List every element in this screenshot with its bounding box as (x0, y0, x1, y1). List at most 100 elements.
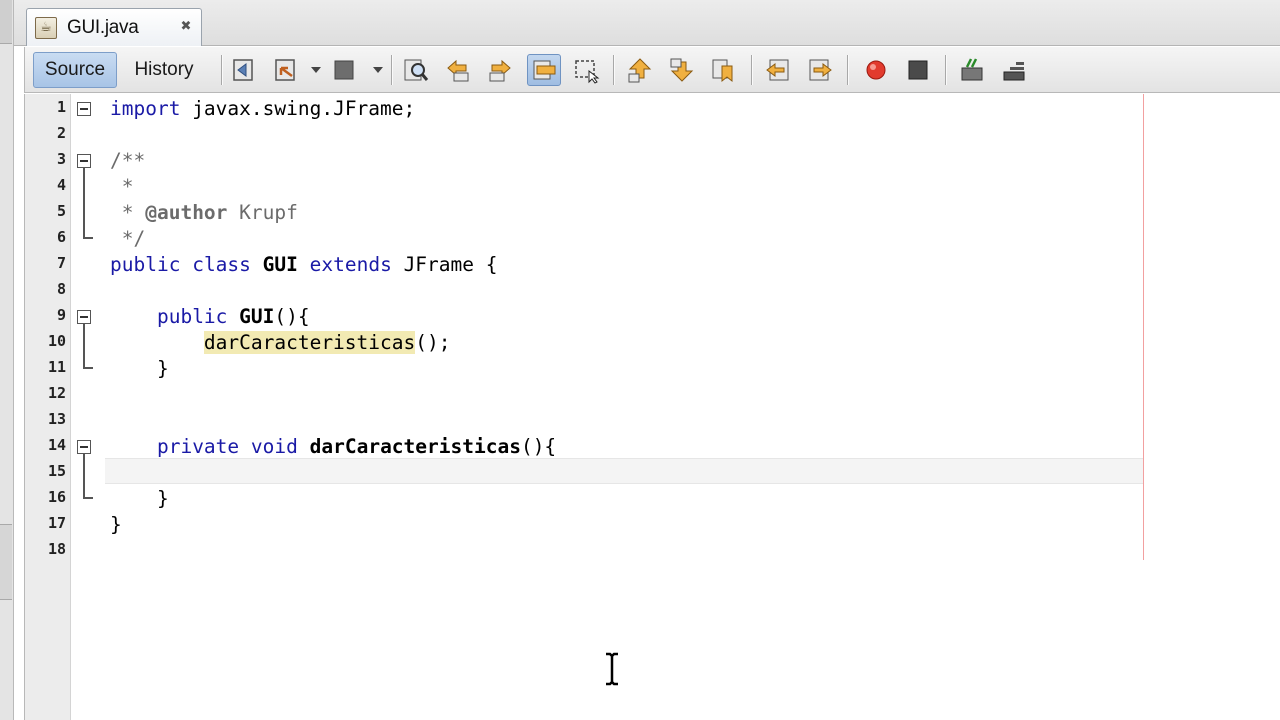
code-editor[interactable]: 1 2 3 4 5 6 7 8 9 10 11 12 13 14 15 16 1… (24, 94, 1280, 720)
back-dropdown-arrow[interactable] (311, 67, 321, 73)
left-panel-tab[interactable] (0, 0, 12, 44)
last-edit-icon (233, 59, 253, 81)
toggle-bookmark-icon (712, 59, 733, 83)
file-tab-gui-java[interactable]: ☕ GUI.java ✖ (26, 8, 202, 46)
shift-line-right-button[interactable] (803, 54, 837, 86)
code-line-16: } (110, 487, 169, 510)
line-number: 17 (47, 514, 66, 532)
line-number: 14 (47, 436, 66, 454)
source-view-button[interactable]: Source (33, 52, 117, 88)
last-edit-button[interactable] (227, 54, 261, 86)
left-panel-tab-lower[interactable] (0, 524, 12, 600)
code-text: (); (415, 331, 451, 354)
find-selection-button[interactable] (399, 54, 433, 86)
toolbar-separator (847, 55, 849, 85)
find-icon (404, 59, 429, 81)
previous-bookmark-button[interactable] (623, 54, 657, 86)
start-macro-icon (866, 60, 886, 80)
line-number: 10 (47, 332, 66, 350)
code-line-9: public GUI(){ (110, 304, 310, 330)
fold-guide (83, 168, 85, 238)
java-file-icon: ☕ (35, 16, 57, 39)
fold-toggle-method[interactable] (77, 440, 91, 454)
code-line-6: */ (110, 227, 146, 250)
fold-toggle-import[interactable] (77, 102, 91, 116)
fold-toggle-javadoc[interactable] (77, 154, 91, 168)
line-number: 16 (47, 488, 66, 506)
keyword: private (156, 435, 240, 458)
forward-dropdown-arrow[interactable] (373, 67, 383, 73)
fold-toggle-constructor[interactable] (77, 310, 91, 324)
toggle-rectangular-selection-button[interactable] (569, 54, 603, 86)
find-next-button[interactable] (483, 54, 517, 86)
left-panel-edge (0, 0, 14, 720)
keyword: public (156, 305, 228, 328)
code-text: (){ (274, 305, 310, 328)
code-line-7: public class GUI extends JFrame { (110, 252, 498, 278)
toggle-bookmark-button[interactable] (707, 54, 741, 86)
fold-guide (83, 454, 85, 498)
line-number: 6 (56, 228, 66, 246)
editor-tab-bar: ☕ GUI.java ✖ (14, 0, 1280, 46)
current-line-highlight (105, 458, 1143, 484)
back-button[interactable] (269, 54, 303, 86)
keyword: extends (309, 253, 392, 276)
javadoc-tag: @author (145, 201, 228, 224)
toggle-highlight-icon (533, 60, 556, 80)
start-macro-recording-button[interactable] (859, 54, 893, 86)
code-line-3: /** (110, 149, 146, 172)
next-bookmark-icon (670, 58, 694, 82)
next-bookmark-button[interactable] (665, 54, 699, 86)
toggle-rectangular-selection-icon (575, 60, 600, 84)
history-view-button[interactable]: History (123, 52, 205, 88)
code-text: JFrame { (391, 253, 498, 276)
close-tab-icon[interactable]: ✖ (179, 19, 193, 34)
line-number: 5 (56, 202, 66, 220)
line-number: 1 (56, 98, 66, 116)
comment-button[interactable] (955, 54, 989, 86)
code-line-17: } (110, 513, 122, 536)
class-name: GUI (262, 253, 298, 276)
file-tab-label: GUI.java (67, 16, 139, 38)
code-line-11: } (110, 357, 169, 380)
line-number: 8 (56, 280, 66, 298)
keyword: import (110, 97, 181, 120)
keyword: class (192, 253, 251, 276)
forward-button[interactable] (327, 54, 361, 86)
code-line-5: * @author Krupf (110, 200, 298, 226)
constructor-name: GUI (239, 305, 275, 328)
stop-macro-recording-button[interactable] (901, 54, 935, 86)
toolbar-separator (613, 55, 615, 85)
line-number: 2 (56, 124, 66, 142)
find-previous-icon (447, 59, 469, 82)
uncomment-button[interactable] (997, 54, 1031, 86)
previous-bookmark-icon (628, 58, 652, 83)
code-folding-margin (72, 94, 102, 720)
find-previous-button[interactable] (441, 54, 475, 86)
fold-end-marker (83, 497, 93, 499)
text-cursor-icon (606, 652, 618, 686)
right-margin-guide (1143, 94, 1144, 560)
line-number: 3 (56, 150, 66, 168)
shift-line-left-button[interactable] (761, 54, 795, 86)
code-line-10: darCaracteristicas(); (110, 330, 450, 356)
netbeans-editor-window: ☕ GUI.java ✖ Source History 1 2 3 4 5 6 … (0, 0, 1280, 720)
find-next-icon (489, 59, 511, 82)
code-line-14: private void darCaracteristicas(){ (110, 434, 556, 460)
line-number-gutter: 1 2 3 4 5 6 7 8 9 10 11 12 13 14 15 16 1… (25, 94, 71, 720)
stop-macro-icon (908, 60, 928, 80)
keyword: void (250, 435, 298, 458)
back-icon (275, 59, 295, 81)
editor-toolbar: Source History (24, 47, 1280, 93)
line-number: 4 (56, 176, 66, 194)
toggle-highlight-search-button[interactable] (527, 54, 561, 86)
keyword: public (110, 253, 181, 276)
line-number: 18 (47, 540, 66, 558)
code-text: (){ (520, 435, 557, 458)
code-line-4: * (110, 175, 134, 198)
toolbar-separator (391, 55, 393, 85)
method-call-highlighted: darCaracteristicas (203, 331, 416, 354)
